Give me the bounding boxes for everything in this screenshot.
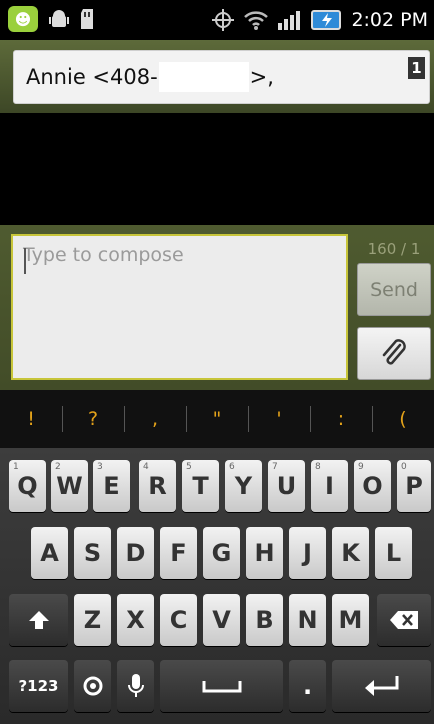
suggestion-paren[interactable]: ( bbox=[372, 390, 434, 448]
signal-icon bbox=[277, 9, 303, 31]
key-u[interactable]: 7U bbox=[268, 460, 305, 512]
key-x[interactable]: X bbox=[117, 594, 154, 646]
key-v[interactable]: V bbox=[203, 594, 240, 646]
key-q[interactable]: 1Q bbox=[9, 460, 46, 512]
redacted-number bbox=[158, 62, 249, 92]
backspace-icon bbox=[389, 610, 419, 630]
wifi-icon bbox=[243, 9, 269, 31]
key-z[interactable]: Z bbox=[74, 594, 111, 646]
recipient-name-prefix: Annie <408- bbox=[26, 65, 158, 89]
suggestion-question[interactable]: ? bbox=[62, 390, 124, 448]
key-b[interactable]: B bbox=[246, 594, 283, 646]
key-d[interactable]: D bbox=[117, 527, 154, 579]
char-counter: 160 / 1 bbox=[367, 240, 421, 258]
suggestion-comma[interactable]: , bbox=[124, 390, 186, 448]
shift-arrow-icon bbox=[28, 609, 50, 631]
enter-key[interactable] bbox=[332, 660, 431, 712]
key-e[interactable]: 3E bbox=[93, 460, 130, 512]
key-w[interactable]: 2W bbox=[51, 460, 88, 512]
battery-charging-icon bbox=[311, 8, 343, 32]
suggestion-double-quote[interactable]: " bbox=[186, 390, 248, 448]
enter-return-icon bbox=[363, 674, 401, 698]
recipient-panel: Annie <408- >, 1 bbox=[0, 40, 434, 113]
compose-box[interactable] bbox=[11, 234, 348, 380]
suggestion-exclamation[interactable]: ! bbox=[0, 390, 62, 448]
key-m[interactable]: M bbox=[332, 594, 369, 646]
symbol-suggestion-strip: ! ? , " ' : ( bbox=[0, 390, 434, 448]
paperclip-icon bbox=[380, 338, 408, 369]
key-t[interactable]: 5T bbox=[182, 460, 219, 512]
key-c[interactable]: C bbox=[160, 594, 197, 646]
key-n[interactable]: N bbox=[289, 594, 326, 646]
key-j[interactable]: J bbox=[289, 527, 326, 579]
key-h[interactable]: H bbox=[246, 527, 283, 579]
backspace-key[interactable] bbox=[377, 594, 431, 646]
sd-card-icon bbox=[80, 8, 96, 30]
key-i[interactable]: 8I bbox=[311, 460, 348, 512]
space-key[interactable] bbox=[160, 660, 283, 712]
settings-key[interactable] bbox=[74, 660, 111, 712]
shift-key[interactable] bbox=[9, 594, 68, 646]
voice-input-key[interactable] bbox=[117, 660, 154, 712]
key-p[interactable]: 0P bbox=[397, 460, 431, 512]
conversation-area bbox=[0, 113, 434, 225]
suggestion-single-quote[interactable]: ' bbox=[248, 390, 310, 448]
symbols-key[interactable]: ?123 bbox=[9, 660, 68, 712]
key-g[interactable]: G bbox=[203, 527, 240, 579]
text-cursor bbox=[24, 248, 26, 274]
clock: 2:02 PM bbox=[351, 9, 428, 31]
android-debug-icon bbox=[48, 8, 70, 30]
key-f[interactable]: F bbox=[160, 527, 197, 579]
key-y[interactable]: 6Y bbox=[225, 460, 262, 512]
period-key[interactable]: . bbox=[289, 660, 326, 712]
key-s[interactable]: S bbox=[74, 527, 111, 579]
space-bar-icon bbox=[202, 679, 242, 693]
gps-icon bbox=[211, 8, 235, 32]
compose-bar: 160 / 1 Send bbox=[0, 225, 434, 390]
compose-input[interactable] bbox=[13, 236, 346, 378]
key-a[interactable]: A bbox=[31, 527, 68, 579]
microphone-icon bbox=[126, 673, 146, 699]
key-r[interactable]: 4R bbox=[139, 460, 176, 512]
key-l[interactable]: L bbox=[375, 527, 412, 579]
send-button[interactable]: Send bbox=[357, 263, 431, 316]
recipient-count-badge: 1 bbox=[408, 57, 425, 79]
status-bar: ☻ 2:02 PM bbox=[0, 0, 434, 40]
keyboard: 1Q 2W 3E 4R 5T 6Y 7U 8I 9O 0P A S D F G … bbox=[0, 448, 434, 724]
key-k[interactable]: K bbox=[332, 527, 369, 579]
message-notification-icon: ☻ bbox=[8, 6, 38, 32]
settings-gear-icon bbox=[82, 675, 104, 697]
recipient-name-suffix: >, bbox=[249, 65, 274, 89]
suggestion-colon[interactable]: : bbox=[310, 390, 372, 448]
key-o[interactable]: 9O bbox=[354, 460, 391, 512]
attach-button[interactable] bbox=[357, 327, 431, 380]
recipient-field[interactable]: Annie <408- >, 1 bbox=[13, 50, 430, 104]
